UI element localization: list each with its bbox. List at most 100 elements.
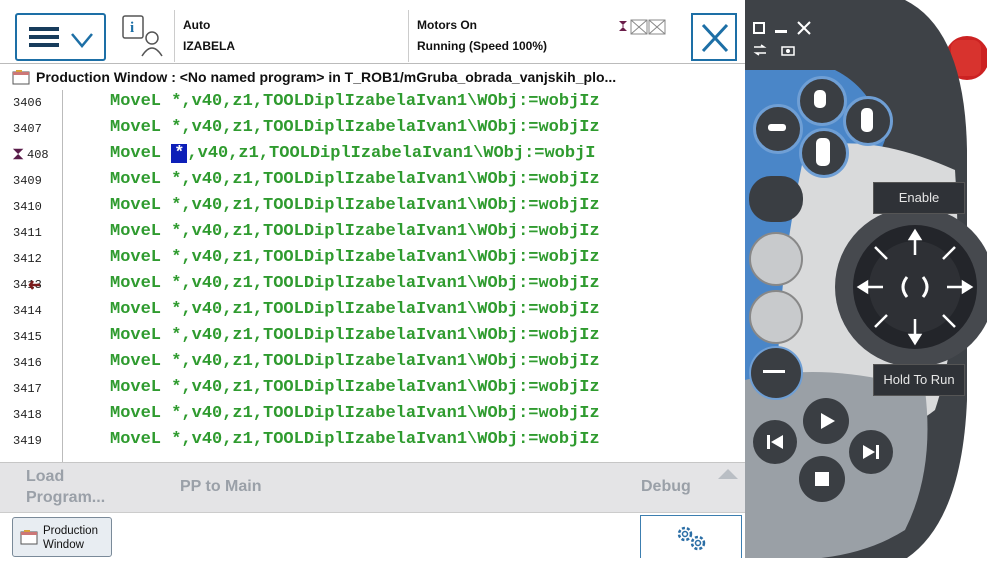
code-line[interactable]: 3412 MoveL *,v40,z1,TOOLDiplIzabelaIvan1\… <box>0 246 745 272</box>
code-text: MoveL *,v40,z1,TOOLDiplIzabelaIvan1\WObj… <box>110 352 600 371</box>
debug-button[interactable]: Debug <box>641 478 691 496</box>
programmable-key-1[interactable] <box>797 76 847 126</box>
code-text: MoveL *,v40,z1,TOOLDiplIzabelaIvan1\WObj… <box>110 274 600 293</box>
quickset-button[interactable] <box>640 515 742 558</box>
code-line[interactable]: 3411 MoveL *,v40,z1,TOOLDiplIzabelaIvan1\… <box>0 220 745 246</box>
pp-to-main-button[interactable]: PP to Main <box>180 478 262 496</box>
task-label-line-2: Window <box>43 539 84 551</box>
line-number: 3411 <box>13 226 42 240</box>
code-text-before: MoveL <box>110 144 172 163</box>
code-text-after: ,v40,z1,TOOLDiplIzabelaIvan1\WObj:=wobjI <box>187 144 596 163</box>
code-text: MoveL *,v40,z1,TOOLDiplIzabelaIvan1\WObj… <box>110 300 600 319</box>
production-window-task[interactable]: Production Window <box>12 517 112 557</box>
step-forward-icon <box>863 445 879 459</box>
step-backward-button[interactable] <box>753 420 797 464</box>
code-text: MoveL *,v40,z1,TOOLDiplIzabelaIvan1\WObj… <box>110 118 600 137</box>
status-state[interactable]: Motors On Running (Speed 100%) <box>408 10 687 62</box>
minimize-icon[interactable] <box>775 30 787 33</box>
taskbar: Production Window <box>0 512 745 558</box>
hold-to-run-label: Hold To Run <box>873 364 965 396</box>
program-pointer-icon <box>12 148 24 160</box>
production-window-icon <box>12 70 30 85</box>
flexpendant-hardware: Enable Hold To Run <box>745 0 987 561</box>
line-number: 3414 <box>13 304 42 318</box>
triangle-up-icon <box>718 469 738 479</box>
chevron-down-icon <box>71 33 93 48</box>
load-program-button[interactable]: Load Program... <box>26 466 105 508</box>
code-text: MoveL *,v40,z1,TOOLDiplIzabelaIvan1\WObj… <box>110 196 600 215</box>
task-state-icon <box>619 19 666 35</box>
header: i Auto IZABELA Motors On Running (Speed … <box>0 0 745 63</box>
code-text: MoveL *,v40,z1,TOOLDiplIzabelaIvan1\WObj… <box>110 170 600 189</box>
code-line[interactable]: 3409 MoveL *,v40,z1,TOOLDiplIzabelaIvan1\… <box>0 168 745 194</box>
code-text: MoveL *,v40,z1,TOOLDiplIzabelaIvan1\WObj… <box>110 430 600 449</box>
programmable-key-4[interactable] <box>799 128 849 178</box>
window-title-bar: Production Window : <No named program> i… <box>0 63 745 91</box>
line-number: 408 <box>27 148 49 162</box>
toggle-increment-button[interactable] <box>749 290 803 344</box>
key-1-icon <box>814 90 826 108</box>
line-number: 3415 <box>13 330 42 344</box>
gears-icon <box>677 526 706 551</box>
load-program-label-1: Load <box>26 468 65 485</box>
key-3-icon <box>861 108 873 132</box>
programmable-key-5[interactable] <box>749 346 803 400</box>
line-number: 3416 <box>13 356 42 370</box>
step-backward-icon <box>767 435 783 449</box>
program-editor[interactable]: 3406 MoveL *,v40,z1,TOOLDiplIzabelaIvan1\… <box>0 90 745 462</box>
load-program-label-2: Program... <box>26 489 106 506</box>
task-label-line-1: Production <box>43 525 98 537</box>
close-x-icon[interactable] <box>797 21 811 35</box>
programmable-key-3[interactable] <box>843 96 893 146</box>
stop-icon <box>815 472 829 486</box>
joystick[interactable] <box>855 227 975 347</box>
status-mode[interactable]: Auto IZABELA <box>174 10 409 62</box>
close-window-button[interactable] <box>691 13 737 61</box>
swap-arrows-icon[interactable] <box>753 44 767 56</box>
enable-label: Enable <box>873 182 965 214</box>
line-number: 3406 <box>13 96 42 110</box>
line-number: 3419 <box>13 434 42 448</box>
key-4-icon <box>816 138 830 166</box>
line-number: 3410 <box>13 200 42 214</box>
code-line[interactable]: 3419 MoveL *,v40,z1,TOOLDiplIzabelaIvan1\… <box>0 428 745 454</box>
toggle-motion-mode-button[interactable] <box>749 232 803 286</box>
window-square-icon[interactable] <box>753 22 765 34</box>
code-line[interactable]: 3415 MoveL *,v40,z1,TOOLDiplIzabelaIvan1\… <box>0 324 745 350</box>
line-number: 3407 <box>13 122 42 136</box>
stop-button[interactable] <box>799 456 845 502</box>
code-line[interactable]: 3410 MoveL *,v40,z1,TOOLDiplIzabelaIvan1\… <box>0 194 745 220</box>
line-number: 3412 <box>13 252 42 266</box>
code-text: MoveL *,v40,z1,TOOLDiplIzabelaIvan1\WObj… <box>110 144 596 163</box>
select-mechanical-unit-button[interactable] <box>749 176 803 222</box>
code-text: MoveL *,v40,z1,TOOLDiplIzabelaIvan1\WObj… <box>110 248 600 267</box>
code-line[interactable]: 3413 MoveL *,v40,z1,TOOLDiplIzabelaIvan1\… <box>0 272 745 298</box>
hamburger-icon <box>29 27 59 47</box>
code-line[interactable]: 408 MoveL * ,v40,z1,TOOLDiplIzabelaIvan1\W… <box>0 142 745 168</box>
code-text: MoveL *,v40,z1,TOOLDiplIzabelaIvan1\WObj… <box>110 326 600 345</box>
line-number: 3418 <box>13 408 42 422</box>
selected-argument[interactable]: * <box>171 144 188 163</box>
abb-menu-button[interactable] <box>15 13 106 61</box>
code-line[interactable]: 3406 MoveL *,v40,z1,TOOLDiplIzabelaIvan1\… <box>0 90 745 116</box>
play-icon <box>821 413 835 429</box>
code-text: MoveL *,v40,z1,TOOLDiplIzabelaIvan1\WObj… <box>110 92 600 111</box>
motors-state: Motors On <box>417 18 477 32</box>
key-5-icon <box>763 370 785 373</box>
code-line[interactable]: 3414 MoveL *,v40,z1,TOOLDiplIzabelaIvan1\… <box>0 298 745 324</box>
production-window-task-label: Production Window <box>43 524 98 552</box>
camera-icon[interactable] <box>781 44 795 56</box>
code-text: MoveL *,v40,z1,TOOLDiplIzabelaIvan1\WObj… <box>110 222 600 241</box>
start-button[interactable] <box>803 398 849 444</box>
key-2-icon <box>768 124 786 131</box>
motion-pointer-icon <box>28 280 40 290</box>
line-number: 3409 <box>13 174 42 188</box>
programmable-key-2[interactable] <box>753 104 803 154</box>
code-line[interactable]: 3407 MoveL *,v40,z1,TOOLDiplIzabelaIvan1\… <box>0 116 745 142</box>
info-user-icon[interactable]: i <box>120 14 168 60</box>
code-line[interactable]: 3417 MoveL *,v40,z1,TOOLDiplIzabelaIvan1\… <box>0 376 745 402</box>
code-line[interactable]: 3418 MoveL *,v40,z1,TOOLDiplIzabelaIvan1\… <box>0 402 745 428</box>
step-forward-button[interactable] <box>849 430 893 474</box>
line-number: 3417 <box>13 382 42 396</box>
code-line[interactable]: 3416 MoveL *,v40,z1,TOOLDiplIzabelaIvan1\… <box>0 350 745 376</box>
